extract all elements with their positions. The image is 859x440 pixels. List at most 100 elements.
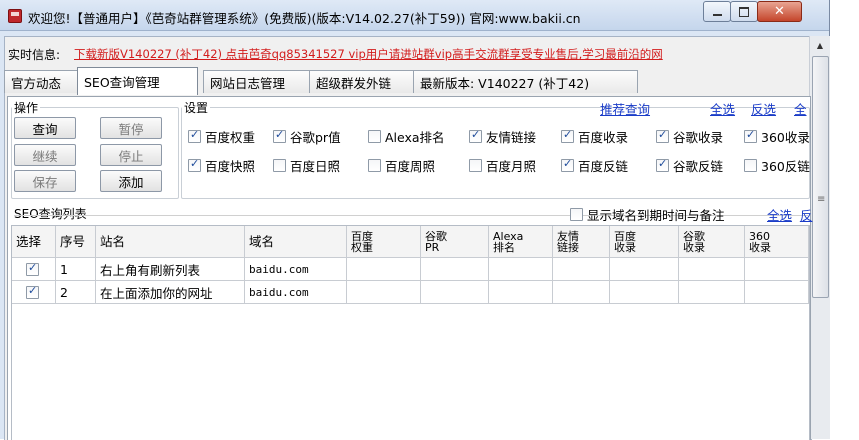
tab-label: 网站日志管理 [210,75,286,91]
table-cell [489,258,553,281]
scroll-thumb[interactable]: ≡ [812,56,829,298]
list-select-all-text[interactable]: 全选 [767,208,792,223]
column-header[interactable]: 站名 [96,226,245,258]
settings-all-link[interactable]: 全 [794,99,807,118]
settings-select-all-link[interactable]: 全选 [710,99,735,118]
table-cell [347,281,421,304]
list-select-all-link[interactable]: 全选 反 [767,205,812,224]
minimize-icon [712,13,722,16]
tab-mass-links[interactable]: 超级群发外链 [309,70,423,93]
tab-site-log[interactable]: 网站日志管理 [203,70,319,93]
setting-checkbox-row2-5[interactable]: 谷歌反链 [656,156,723,175]
checkbox-icon [744,159,757,172]
row-checkbox-icon[interactable] [26,261,39,276]
checkbox-label: 百度反链 [578,159,629,174]
app-icon [8,9,22,23]
table-cell [347,258,421,281]
column-header[interactable]: 谷歌 PR [421,226,489,258]
cell-index: 1 [60,261,68,277]
row-checkbox-icon[interactable] [26,284,39,299]
checkbox-icon [744,128,757,143]
maximize-button[interactable] [730,1,758,22]
setting-checkbox-row2-3[interactable]: 百度月照 [469,156,536,175]
save-button[interactable]: 保存 [14,170,76,192]
title-bar[interactable]: 欢迎您!【普通用户】《芭奇站群管理系统》(免费版)(版本:V14.02.27(补… [0,0,829,31]
column-header[interactable]: 选择 [12,226,56,258]
tab-label: 最新版本: V140227 (补丁42) [420,75,590,91]
checkbox-label: 百度月照 [486,159,537,174]
cell-domain: baidu.com [249,285,309,299]
setting-checkbox-row1-1[interactable]: 谷歌pr值 [273,127,341,146]
row-select-cell[interactable] [12,258,56,281]
tab-seo-query[interactable]: SEO查询管理 [77,67,198,95]
column-header[interactable]: Alexa 排名 [489,226,553,258]
setting-checkbox-row2-6[interactable]: 360反链 [744,156,810,175]
setting-checkbox-row1-3[interactable]: 友情链接 [469,127,536,146]
settings-invert-link[interactable]: 反选 [751,99,776,118]
setting-checkbox-row1-2[interactable]: Alexa排名 [368,127,445,146]
setting-checkbox-row1-0[interactable]: 百度权重 [188,127,255,146]
recommended-query-link[interactable]: 推荐查询 [600,99,650,118]
minimize-button[interactable] [703,1,731,22]
column-header[interactable]: 域名 [245,226,347,258]
continue-button[interactable]: 继续 [14,144,76,166]
maximize-icon [739,6,749,17]
checkbox-icon [561,157,574,172]
checkbox-icon [273,159,286,172]
checkbox-label: 百度日照 [290,159,341,174]
checkbox-icon [656,128,669,143]
column-header[interactable]: 序号 [56,226,96,258]
table-cell: 2 [56,281,96,304]
checkbox-label: 360反链 [761,159,810,174]
checkbox-label: 友情链接 [486,130,537,145]
table-cell [421,281,489,304]
column-header-label: 百度 收录 [614,229,636,254]
setting-checkbox-row1-5[interactable]: 谷歌收录 [656,127,723,146]
table-cell: baidu.com [245,258,347,281]
scroll-grip-icon: ≡ [817,194,826,205]
setting-checkbox-row2-1[interactable]: 百度日照 [273,156,340,175]
checkbox-icon [368,159,381,172]
pause-button[interactable]: 暂停 [100,117,162,139]
checkbox-icon [469,159,482,172]
add-button[interactable]: 添加 [100,170,162,192]
setting-checkbox-row1-6[interactable]: 360收录 [744,127,810,146]
cell-index: 2 [60,284,68,300]
setting-checkbox-row2-2[interactable]: 百度周照 [368,156,435,175]
setting-checkbox-row2-0[interactable]: 百度快照 [188,156,255,175]
column-header[interactable]: 谷歌 收录 [679,226,745,258]
settings-legend: 设置 [184,101,209,115]
close-button[interactable]: ✕ [757,1,802,22]
checkbox-icon [561,128,574,143]
query-button[interactable]: 查询 [14,117,76,139]
tab-latest-version[interactable]: 最新版本: V140227 (补丁42) [413,70,638,93]
column-header[interactable]: 百度 权重 [347,226,421,258]
stop-button[interactable]: 停止 [100,144,162,166]
checkbox-icon [188,157,201,172]
realtime-info-label: 实时信息: [8,48,61,62]
column-header[interactable]: 百度 收录 [610,226,679,258]
table-cell: 右上角有刷新列表 [96,258,245,281]
column-header-label: 谷歌 PR [425,229,447,254]
column-header[interactable]: 360 收录 [745,226,809,258]
column-header-label: 站名 [100,234,126,249]
column-header[interactable]: 友情 链接 [553,226,610,258]
realtime-info-link[interactable]: 下载新版V140227 (补丁42) 点击芭奇qq85341527 vip用户请… [74,46,663,62]
row-select-cell[interactable] [12,281,56,304]
seo-table: 选择 序号 站名 域名 百度 权重 谷歌 PR Alexa 排名 友情 链接 百度 收录 谷歌 收… [11,225,810,440]
show-expiry-checkbox[interactable]: 显示域名到期时间与备注 [570,205,725,224]
table-cell [745,258,809,281]
list-invert-text[interactable]: 反 [800,208,813,223]
checkbox-icon [273,128,286,143]
table-cell [610,281,679,304]
vertical-scrollbar[interactable]: ▲ ≡ [809,36,830,439]
setting-checkbox-row1-4[interactable]: 百度收录 [561,127,628,146]
table-cell [679,258,745,281]
table-cell: baidu.com [245,281,347,304]
table-cell [553,281,610,304]
checkbox-icon [656,157,669,172]
scroll-up-arrow-icon[interactable]: ▲ [810,36,830,54]
setting-checkbox-row2-4[interactable]: 百度反链 [561,156,628,175]
table-cell [610,258,679,281]
checkbox-label: 百度周照 [385,159,436,174]
